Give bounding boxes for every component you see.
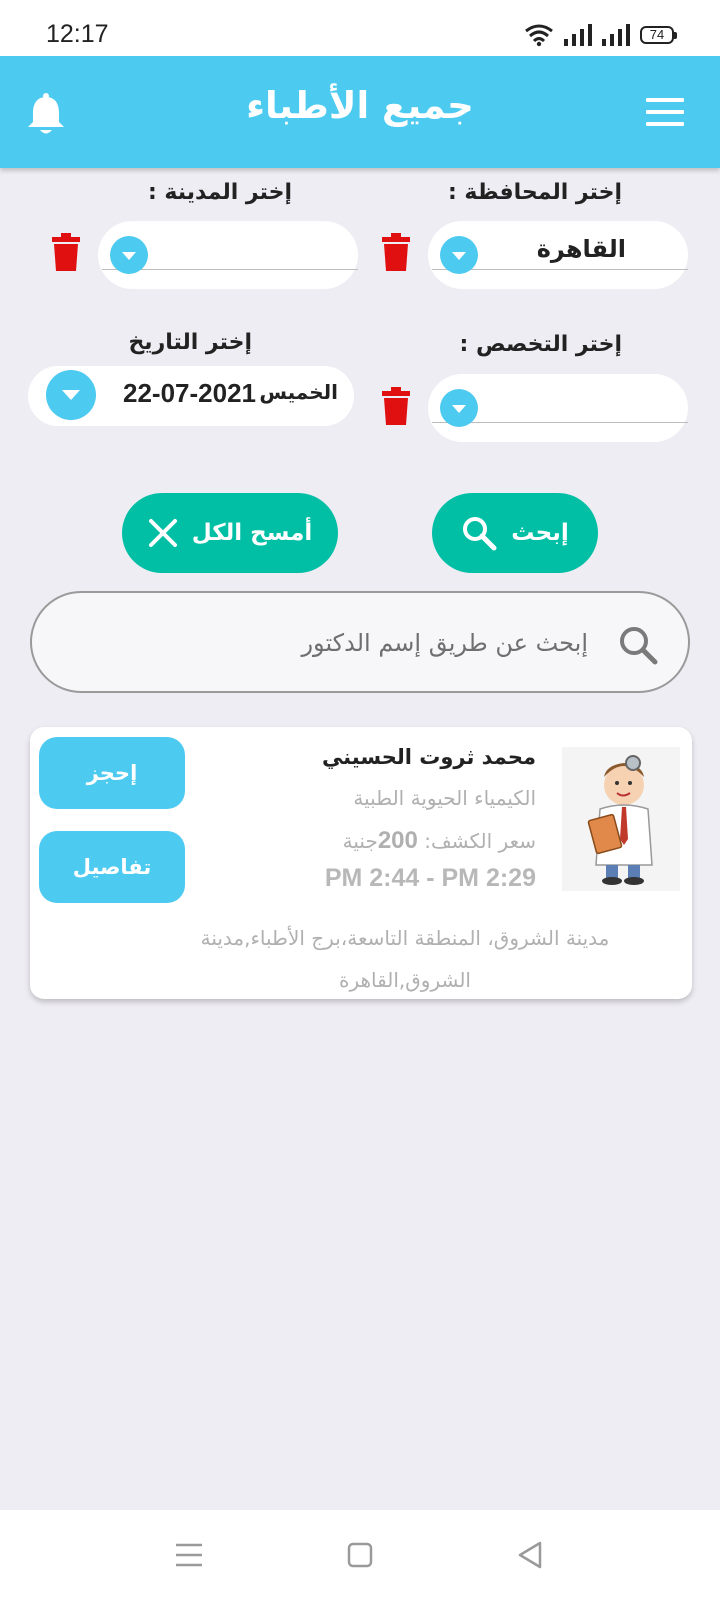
doctor-specialty: الكيمياء الحيوية الطبية <box>353 786 536 810</box>
doctor-price: سعر الكشف: 200جنية <box>343 827 536 855</box>
details-button[interactable]: تفاصيل <box>39 831 185 903</box>
date-picker[interactable]: 22-07-2021 الخميس <box>28 366 354 426</box>
doctor-time-range: PM 2:44 - PM 2:29 <box>324 864 536 892</box>
price-unit: جنية <box>342 829 378 853</box>
delete-specialty-icon[interactable] <box>382 387 410 425</box>
chevron-down-icon[interactable] <box>440 236 478 274</box>
specialty-label: إختر التخصص : <box>459 332 622 357</box>
back-button[interactable] <box>514 1538 548 1572</box>
recent-apps-button[interactable] <box>172 1538 206 1572</box>
home-button[interactable] <box>343 1538 377 1572</box>
delete-city-icon[interactable] <box>52 233 80 271</box>
system-nav-bar <box>0 1510 720 1600</box>
status-time: 12:17 <box>46 20 109 48</box>
search-button[interactable]: إبحث <box>432 493 598 573</box>
search-icon <box>463 517 497 551</box>
price-label: سعر الكشف: <box>424 829 536 853</box>
date-day: الخميس <box>259 380 338 404</box>
governorate-dropdown[interactable]: القاهرة <box>428 221 688 289</box>
clear-all-button-label: أمسح الكل <box>191 520 313 546</box>
doctor-illustration-icon <box>562 747 680 891</box>
doctor-avatar <box>562 747 680 891</box>
doctor-name: محمد ثروت الحسيني <box>321 745 536 769</box>
wifi-icon <box>525 24 553 47</box>
search-icon[interactable] <box>618 625 658 665</box>
battery-icon: 74 <box>640 26 677 44</box>
page-title: جميع الأطباء <box>246 84 474 127</box>
status-icons: 74 <box>524 20 677 50</box>
doctor-search-box <box>30 591 690 693</box>
chevron-down-icon[interactable] <box>440 389 478 427</box>
search-button-label: إبحث <box>511 520 569 546</box>
menu-icon <box>646 98 684 126</box>
doctor-card: محمد ثروت الحسيني الكيمياء الحيوية الطبي… <box>30 727 692 999</box>
signal-icon <box>564 24 592 46</box>
date-value: 22-07-2021 <box>123 378 256 408</box>
governorate-label: إختر المحافظة : <box>447 180 622 205</box>
price-value: 200 <box>377 827 418 854</box>
menu-button[interactable] <box>646 98 684 126</box>
specialty-dropdown[interactable] <box>428 374 688 442</box>
doctor-address: مدينة الشروق، المنطقة التاسعة،برج الأطبا… <box>200 926 610 992</box>
governorate-value: القاهرة <box>536 235 626 263</box>
clear-all-button[interactable]: أمسح الكل <box>122 493 338 573</box>
delete-governorate-icon[interactable] <box>382 233 410 271</box>
chevron-down-icon[interactable] <box>46 370 96 420</box>
signal-icon <box>602 24 630 46</box>
status-bar: 12:17 74 <box>0 0 720 56</box>
app-bar: جميع الأطباء <box>0 56 720 168</box>
city-label: إختر المدينة : <box>147 180 292 205</box>
city-dropdown[interactable] <box>98 221 358 289</box>
chevron-down-icon[interactable] <box>110 236 148 274</box>
book-button[interactable]: إحجز <box>39 737 185 809</box>
close-icon <box>148 519 177 547</box>
date-label: إختر التاريخ <box>128 330 252 355</box>
doctor-search-input[interactable] <box>72 623 588 663</box>
